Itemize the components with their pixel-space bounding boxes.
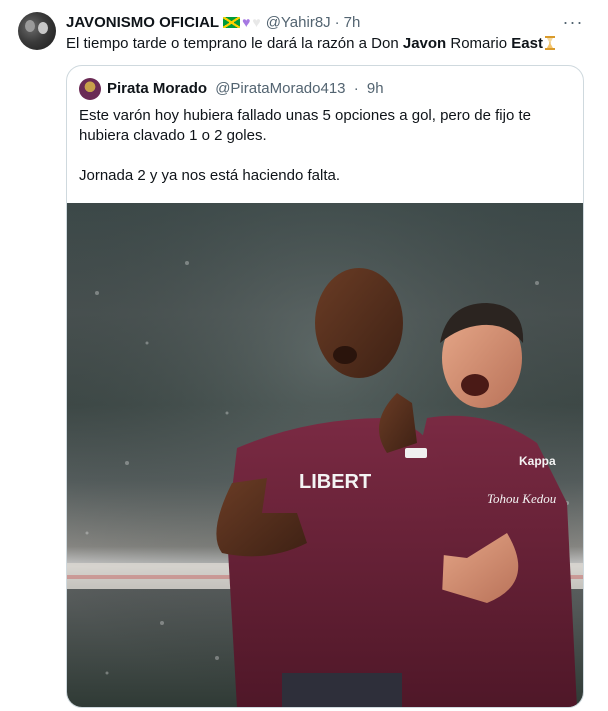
- display-name-emojis: ♥ ♥: [223, 15, 261, 29]
- quoted-tweet[interactable]: Pirata Morado @PirataMorado413 · 9h Este…: [66, 65, 584, 708]
- jersey-sponsor-text: LIBERT: [299, 471, 371, 493]
- quoted-tweet-text: Este varón hoy hubiera fallado unas 5 op…: [79, 106, 573, 186]
- tweet-header: JAVONISMO OFICIAL ♥ ♥ @Yahir8J · 7h: [66, 12, 360, 32]
- quoted-tweet-photo[interactable]: LIBERT Kappa Tohou Kedou: [67, 203, 583, 707]
- author-handle[interactable]: @Yahir8J: [266, 14, 331, 31]
- header-separator: ·: [334, 13, 340, 31]
- quoted-tweet-timestamp[interactable]: 9h: [367, 80, 384, 97]
- tweet-timestamp[interactable]: 7h: [344, 14, 361, 31]
- more-options-icon[interactable]: ···: [562, 12, 584, 32]
- football-players-photo: LIBERT Kappa Tohou Kedou: [67, 203, 583, 707]
- quoted-paragraph: Jornada 2 y ya nos está haciendo falta.: [79, 167, 341, 184]
- quoted-author-avatar[interactable]: [79, 78, 101, 100]
- quoted-tweet-header: Pirata Morado @PirataMorado413 · 9h: [107, 79, 384, 99]
- quoted-paragraph: Este varón hoy hubiera fallado unas 5 op…: [79, 107, 531, 144]
- purple-heart-icon: ♥: [242, 14, 251, 30]
- tweet[interactable]: JAVONISMO OFICIAL ♥ ♥ @Yahir8J · 7h ··· …: [0, 0, 608, 711]
- tweet-text-bold: East: [511, 35, 543, 52]
- quoted-author-display-name[interactable]: Pirata Morado: [107, 80, 207, 97]
- jamaica-flag-icon: [223, 16, 241, 28]
- white-heart-icon: ♥: [252, 14, 261, 30]
- quoted-header-separator: ·: [353, 80, 359, 97]
- tweet-text-part: El tiempo tarde o temprano le dará la ra…: [66, 35, 403, 52]
- jersey-chest-text: Tohou Kedou: [487, 491, 557, 506]
- quoted-author-handle[interactable]: @PirataMorado413: [215, 80, 345, 97]
- tweet-text: El tiempo tarde o temprano le dará la ra…: [66, 34, 555, 54]
- author-display-name[interactable]: JAVONISMO OFICIAL: [66, 14, 219, 31]
- tweet-text-bold: Javon: [402, 35, 447, 52]
- jersey-sleeve-text: Kappa: [519, 454, 556, 468]
- tweet-text-part: Romario: [446, 35, 512, 52]
- author-avatar[interactable]: [18, 12, 56, 50]
- hourglass-icon: [544, 36, 555, 50]
